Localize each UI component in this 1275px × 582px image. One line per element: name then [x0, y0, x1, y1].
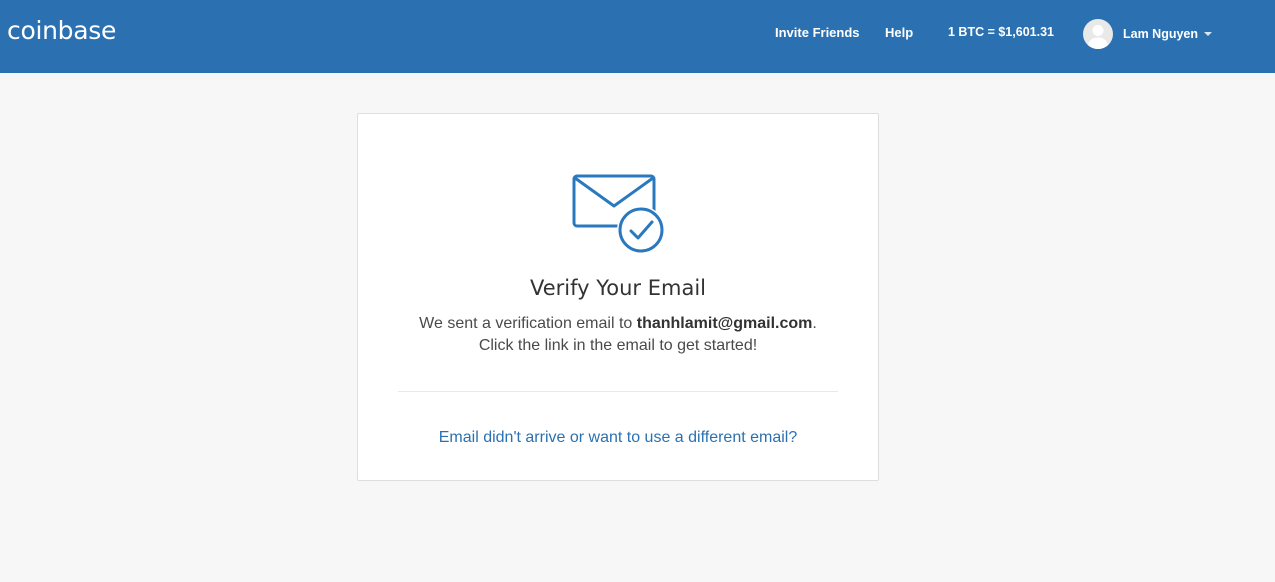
- coinbase-logo[interactable]: coinbase: [7, 16, 116, 45]
- message-suffix: .: [812, 315, 817, 332]
- user-menu-button[interactable]: Lam Nguyen: [1083, 18, 1213, 49]
- user-email: thanhlamit@gmail.com: [636, 315, 813, 332]
- invite-friends-link[interactable]: Invite Friends: [775, 25, 860, 40]
- user-name: Lam Nguyen: [1123, 26, 1199, 41]
- message-line-2: Click the link in the email to get start…: [478, 337, 758, 354]
- resend-email-link[interactable]: Email didn't arrive or want to use a dif…: [358, 429, 878, 447]
- page-title: Verify Your Email: [529, 276, 707, 300]
- help-link[interactable]: Help: [885, 25, 913, 40]
- message-prefix: We sent a verification email to: [419, 315, 637, 332]
- caret-down-icon: [1204, 32, 1213, 36]
- mail-check-icon: [572, 174, 665, 254]
- btc-price-display: 1 BTC = $1,601.31: [948, 25, 1054, 39]
- verify-email-card: Verify Your Email We sent a verification…: [357, 113, 879, 481]
- user-avatar-icon: [1083, 18, 1113, 49]
- verification-message: We sent a verification email to thanhlam…: [358, 313, 878, 357]
- card-divider: [398, 391, 838, 392]
- top-navigation-bar: coinbase Invite Friends Help 1 BTC = $1,…: [0, 0, 1275, 73]
